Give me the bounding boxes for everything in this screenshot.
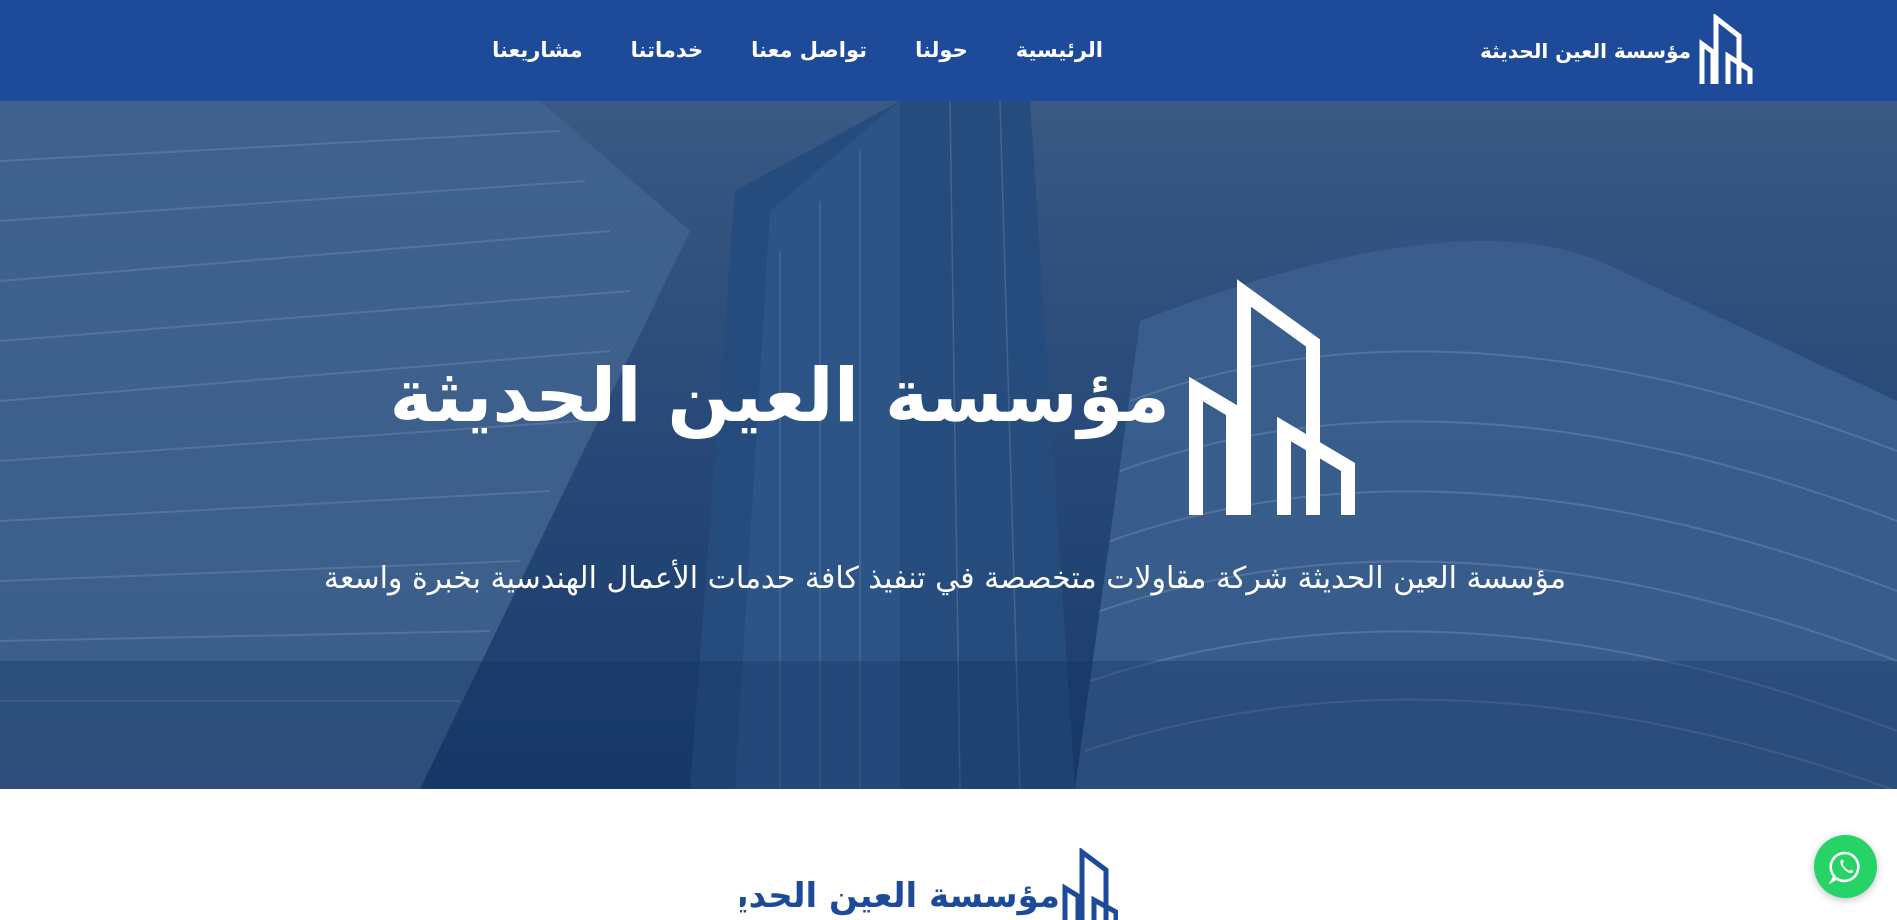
section-brand: مؤسسة العين الحديثة	[740, 848, 1140, 920]
main-nav: الرئيسية حولنا تواصل معنا خدماتنا مشاريع…	[492, 28, 1103, 72]
brand-link[interactable]: مؤسسة العين الحديثة	[1480, 14, 1753, 88]
nav-about[interactable]: حولنا	[915, 28, 968, 72]
hero-subtitle: مؤسسة العين الحديثة شركة مقاولات متخصصة …	[323, 561, 1567, 596]
nav-contact[interactable]: تواصل معنا	[751, 28, 867, 72]
nav-services[interactable]: خدماتنا	[631, 28, 704, 72]
whatsapp-icon	[1828, 851, 1860, 884]
building-logo-icon	[1189, 279, 1355, 515]
nav-home[interactable]: الرئيسية	[1016, 28, 1103, 72]
site-header: مؤسسة العين الحديثة الرئيسية حولنا تواصل…	[0, 0, 1897, 101]
building-logo-icon	[1699, 14, 1753, 84]
building-logo-icon	[1062, 848, 1118, 920]
hero-section: مؤسسة العين الحديثة مؤسسة العين الحديثة …	[0, 101, 1897, 789]
whatsapp-button[interactable]	[1814, 835, 1877, 898]
nav-projects[interactable]: مشاريعنا	[492, 28, 583, 72]
brand-name: مؤسسة العين الحديثة	[1480, 39, 1691, 63]
section-brand-name: مؤسسة العين الحديثة	[740, 876, 1060, 916]
hero-title: مؤسسة العين الحديثة	[389, 353, 1170, 439]
